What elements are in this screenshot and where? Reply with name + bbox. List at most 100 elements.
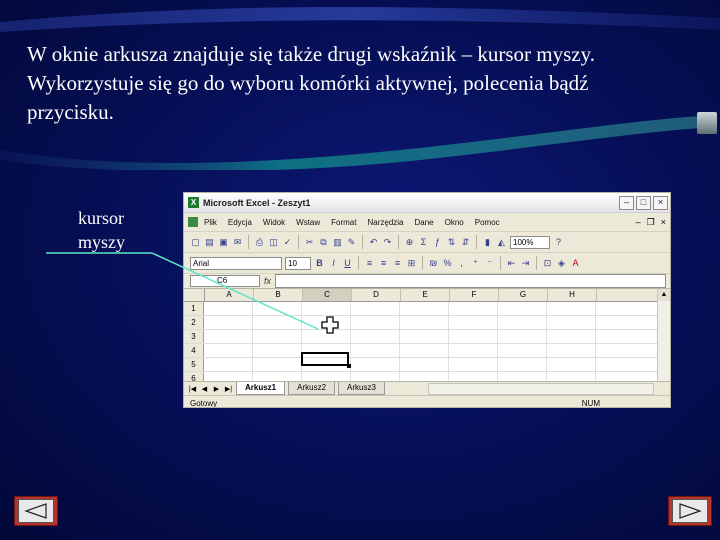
italic-icon[interactable]: I <box>328 258 339 269</box>
format-painter-icon[interactable]: ✎ <box>346 237 357 248</box>
column-header-h[interactable]: H <box>548 289 597 301</box>
merge-center-icon[interactable]: ⊞ <box>406 258 417 269</box>
window-titlebar[interactable]: X Microsoft Excel - Zeszyt1 – □ × <box>184 193 670 213</box>
redo-icon[interactable]: ↷ <box>382 237 393 248</box>
minimize-button[interactable]: – <box>619 195 634 210</box>
email-icon[interactable]: ✉ <box>232 237 243 248</box>
decrease-decimal-icon[interactable]: ⁻ <box>484 258 495 269</box>
last-sheet-icon[interactable]: ▶| <box>224 385 233 393</box>
copy-icon[interactable]: ⧉ <box>318 237 329 248</box>
next-slide-button[interactable] <box>668 496 712 526</box>
triangle-right-icon <box>679 503 702 519</box>
row-header[interactable]: 6 <box>184 372 204 381</box>
cut-icon[interactable]: ✂ <box>304 237 315 248</box>
print-icon[interactable]: ⎙ <box>254 237 265 248</box>
column-header-a[interactable]: A <box>205 289 254 301</box>
save-icon[interactable]: ▣ <box>218 237 229 248</box>
name-box[interactable]: C6 <box>190 275 260 287</box>
callout-line: myszy <box>78 232 125 252</box>
column-header-g[interactable]: G <box>499 289 548 301</box>
column-header-d[interactable]: D <box>352 289 401 301</box>
doc-restore-icon[interactable]: ❐ <box>647 217 655 228</box>
vertical-scrollbar[interactable]: ▲ <box>657 289 670 381</box>
next-sheet-icon[interactable]: ▶ <box>212 385 221 393</box>
align-right-icon[interactable]: ≡ <box>392 258 403 269</box>
worksheet-grid[interactable]: A B C D E F G H 1 2 3 4 5 6 ▲ <box>184 289 670 381</box>
help-icon[interactable]: ? <box>553 237 564 248</box>
increase-decimal-icon[interactable]: ⁺ <box>470 258 481 269</box>
menu-item-edycja[interactable]: Edycja <box>228 218 252 227</box>
comma-style-icon[interactable]: , <box>456 258 467 269</box>
menu-item-dane[interactable]: Dane <box>415 218 434 227</box>
menu-item-narzedzia[interactable]: Narzędzia <box>367 218 403 227</box>
column-header-c[interactable]: C <box>303 289 352 301</box>
increase-indent-icon[interactable]: ⇥ <box>520 258 531 269</box>
prev-sheet-icon[interactable]: ◀ <box>200 385 209 393</box>
table-row: 1 <box>184 302 670 316</box>
font-color-icon[interactable]: A <box>570 258 581 269</box>
menu-item-okno[interactable]: Okno <box>445 218 464 227</box>
decrease-indent-icon[interactable]: ⇤ <box>506 258 517 269</box>
table-row: 4 <box>184 344 670 358</box>
drawing-icon[interactable]: ◭ <box>496 237 507 248</box>
active-cell-c6[interactable] <box>301 352 351 368</box>
function-icon[interactable]: ƒ <box>432 237 443 248</box>
percent-icon[interactable]: % <box>442 258 453 269</box>
menu-item-format[interactable]: Format <box>331 218 356 227</box>
chart-wizard-icon[interactable]: ▮ <box>482 237 493 248</box>
row-header[interactable]: 1 <box>184 302 204 315</box>
new-file-icon[interactable]: ▢ <box>190 237 201 248</box>
sort-descending-icon[interactable]: ⇵ <box>460 237 471 248</box>
align-center-icon[interactable]: ≡ <box>378 258 389 269</box>
horizontal-scrollbar[interactable] <box>427 382 654 395</box>
paste-icon[interactable]: ▥ <box>332 237 343 248</box>
row-header[interactable]: 4 <box>184 344 204 357</box>
select-all-corner[interactable] <box>184 289 205 301</box>
menu-item-wstaw[interactable]: Wstaw <box>296 218 320 227</box>
currency-icon[interactable]: ₪ <box>428 258 439 269</box>
bold-icon[interactable]: B <box>314 258 325 269</box>
function-wizard-icon[interactable]: fx <box>264 276 271 286</box>
title-line: przycisku. <box>27 100 114 124</box>
align-left-icon[interactable]: ≡ <box>364 258 375 269</box>
first-sheet-icon[interactable]: |◀ <box>188 385 197 393</box>
tab-arkusz3[interactable]: Arkusz3 <box>338 382 385 395</box>
print-preview-icon[interactable]: ◫ <box>268 237 279 248</box>
tab-arkusz1[interactable]: Arkusz1 <box>236 382 286 395</box>
autosum-icon[interactable]: Σ <box>418 237 429 248</box>
spelling-icon[interactable]: ✓ <box>282 237 293 248</box>
previous-slide-button[interactable] <box>14 496 58 526</box>
font-name-select[interactable]: Arial <box>190 256 282 270</box>
close-button[interactable]: × <box>653 195 668 210</box>
doc-minimize-icon[interactable]: – <box>636 217 641 227</box>
menu-item-pomoc[interactable]: Pomoc <box>475 218 500 227</box>
column-header-b[interactable]: B <box>254 289 303 301</box>
triangle-left-icon <box>24 503 47 519</box>
scroll-up-icon[interactable]: ▲ <box>658 289 670 301</box>
hyperlink-icon[interactable]: ⊕ <box>404 237 415 248</box>
row-header[interactable]: 3 <box>184 330 204 343</box>
toolbar-separator <box>362 235 363 249</box>
menu-item-plik[interactable]: Plik <box>204 218 217 227</box>
maximize-button[interactable]: □ <box>636 195 651 210</box>
menu-item-widok[interactable]: Widok <box>263 218 285 227</box>
zoom-select[interactable]: 100% <box>510 235 550 249</box>
column-headers: A B C D E F G H <box>184 289 670 302</box>
borders-icon[interactable]: ⊡ <box>542 258 553 269</box>
fill-color-icon[interactable]: ◈ <box>556 258 567 269</box>
row-header[interactable]: 5 <box>184 358 204 371</box>
sort-ascending-icon[interactable]: ⇅ <box>446 237 457 248</box>
title-line: Wykorzystuje się go do wyboru komórki ak… <box>27 71 589 95</box>
undo-icon[interactable]: ↶ <box>368 237 379 248</box>
row-header[interactable]: 2 <box>184 316 204 329</box>
column-header-e[interactable]: E <box>401 289 450 301</box>
workbook-icon[interactable] <box>188 217 198 227</box>
underline-icon[interactable]: U <box>342 258 353 269</box>
tab-arkusz2[interactable]: Arkusz2 <box>288 382 336 395</box>
slide-title: W oknie arkusza znajduje się także drugi… <box>27 40 697 127</box>
doc-close-icon[interactable]: × <box>661 217 666 227</box>
formula-input[interactable] <box>275 274 666 288</box>
font-size-select[interactable]: 10 <box>285 256 311 270</box>
open-folder-icon[interactable]: ▤ <box>204 237 215 248</box>
column-header-f[interactable]: F <box>450 289 499 301</box>
